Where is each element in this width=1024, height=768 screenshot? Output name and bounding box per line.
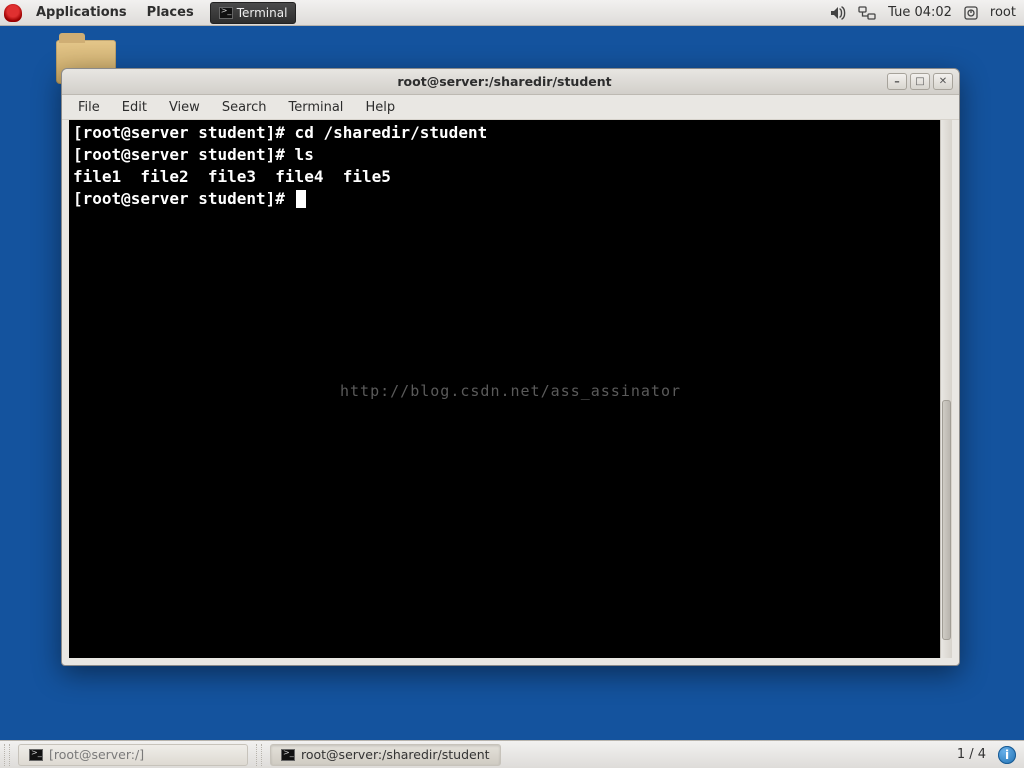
terminal-prompt: [root@server student]#	[73, 189, 295, 208]
taskbar-entry-2[interactable]: root@server:/sharedir/student	[270, 744, 501, 766]
sound-icon[interactable]	[830, 6, 846, 20]
menubar: File Edit View Search Terminal Help	[62, 95, 959, 120]
watermark-text: http://blog.csdn.net/ass_assinator	[340, 380, 681, 402]
window-controls	[887, 73, 959, 90]
minimize-button[interactable]	[887, 73, 907, 90]
distro-icon	[4, 4, 22, 22]
terminal-line: [root@server student]# ls	[73, 145, 314, 164]
taskbar-entry-label: [root@server:/]	[49, 747, 144, 762]
cursor-icon	[296, 190, 306, 208]
workspace-indicator[interactable]: 1 / 4	[947, 747, 996, 762]
close-button[interactable]	[933, 73, 953, 90]
menu-search[interactable]: Search	[212, 98, 277, 117]
taskbar-entry-label: root@server:/sharedir/student	[301, 747, 490, 762]
panel-handle[interactable]	[4, 744, 10, 766]
menu-terminal[interactable]: Terminal	[278, 98, 353, 117]
scrollbar[interactable]	[940, 120, 952, 658]
menu-file[interactable]: File	[68, 98, 110, 117]
clock[interactable]: Tue 04:02	[888, 5, 952, 20]
terminal-icon	[281, 749, 295, 761]
terminal-viewport[interactable]: [root@server student]# cd /sharedir/stud…	[69, 120, 952, 658]
applications-menu[interactable]: Applications	[26, 5, 137, 20]
menu-help[interactable]: Help	[355, 98, 405, 117]
titlebar[interactable]: root@server:/sharedir/student	[62, 69, 959, 95]
user-menu[interactable]: root	[990, 5, 1016, 20]
menu-view[interactable]: View	[159, 98, 210, 117]
network-icon[interactable]	[858, 6, 876, 20]
panel-handle[interactable]	[256, 744, 262, 766]
taskbar-entry-1[interactable]: [root@server:/]	[18, 744, 248, 766]
top-running-app[interactable]: Terminal	[210, 2, 297, 24]
terminal-icon	[219, 7, 233, 19]
top-panel: Applications Places Terminal Tue 04:02 r…	[0, 0, 1024, 26]
terminal-line: [root@server student]# cd /sharedir/stud…	[73, 123, 487, 142]
bottom-panel: [root@server:/] root@server:/sharedir/st…	[0, 740, 1024, 768]
system-tray: Tue 04:02 root	[830, 5, 1024, 20]
shutdown-icon[interactable]	[964, 6, 978, 20]
maximize-button[interactable]	[910, 73, 930, 90]
info-icon[interactable]: i	[998, 746, 1016, 764]
terminal-content: [root@server student]# cd /sharedir/stud…	[69, 120, 952, 212]
top-running-app-label: Terminal	[237, 6, 288, 20]
scrollbar-thumb[interactable]	[942, 400, 951, 640]
menu-edit[interactable]: Edit	[112, 98, 157, 117]
window-title: root@server:/sharedir/student	[62, 74, 887, 89]
terminal-window: root@server:/sharedir/student File Edit …	[61, 68, 960, 666]
places-menu[interactable]: Places	[137, 5, 204, 20]
terminal-line: file1 file2 file3 file4 file5	[73, 167, 391, 186]
terminal-icon	[29, 749, 43, 761]
